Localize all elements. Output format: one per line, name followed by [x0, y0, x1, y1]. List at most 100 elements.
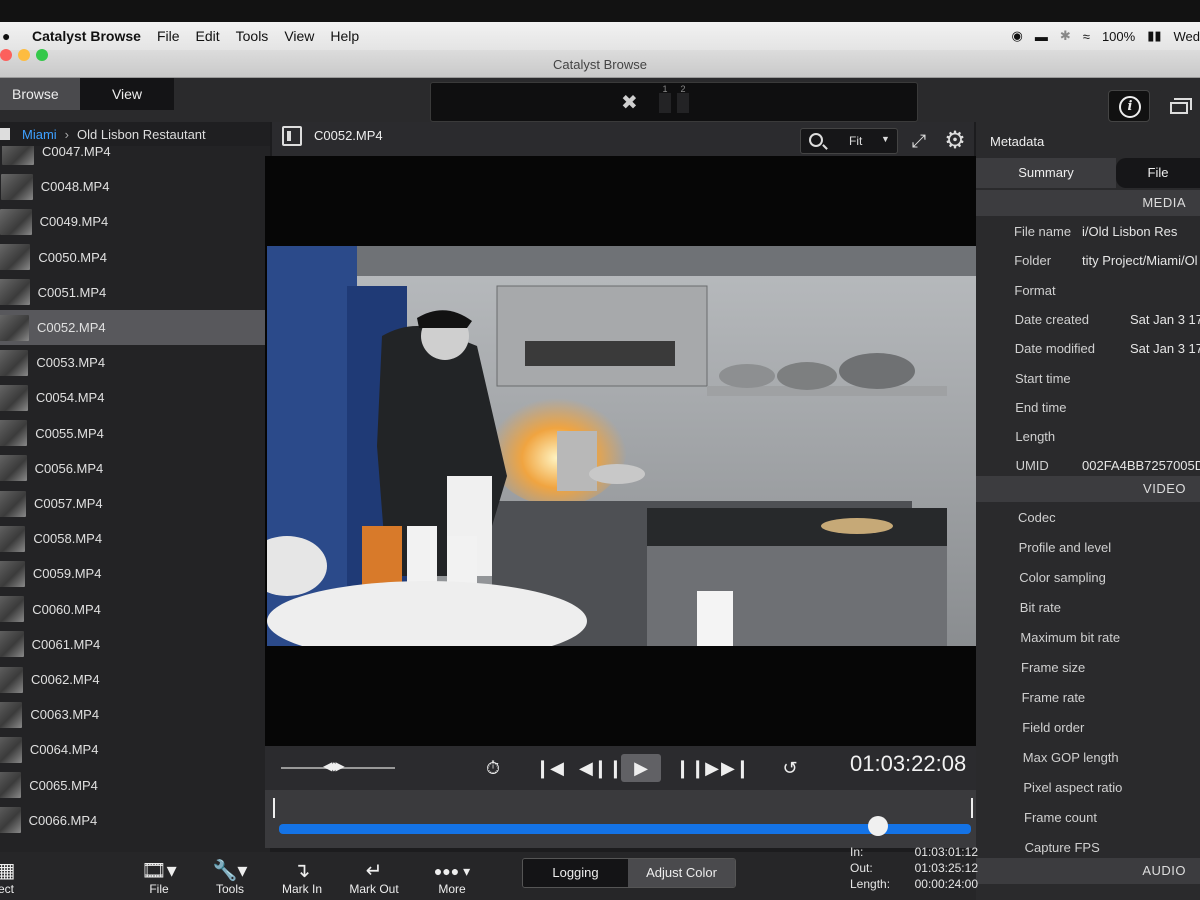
- menu-help[interactable]: Help: [330, 28, 359, 44]
- gear-icon[interactable]: ⚙: [942, 128, 968, 154]
- menu-tools[interactable]: Tools: [236, 28, 269, 44]
- clip-item[interactable]: C0056.MP4: [0, 451, 270, 486]
- metadata-row: Frame rate: [976, 684, 1200, 713]
- window-zoom-button[interactable]: [36, 49, 48, 61]
- clip-item[interactable]: C0061.MP4: [0, 627, 270, 662]
- app-menu[interactable]: Catalyst Browse: [32, 28, 141, 44]
- clip-item[interactable]: C0053.MP4: [0, 345, 270, 380]
- playhead-handle[interactable]: [867, 816, 888, 836]
- system-menu-bar: ● Catalyst Browse File Edit Tools View H…: [0, 22, 1200, 50]
- clip-item[interactable]: C0055.MP4: [0, 416, 270, 451]
- clip-item[interactable]: C0047.MP4: [0, 146, 270, 169]
- metadata-key: Color sampling: [1019, 570, 1106, 585]
- clip-item[interactable]: C0054.MP4: [0, 380, 270, 415]
- clip-item[interactable]: C0049.MP4: [0, 204, 270, 239]
- clip-item[interactable]: C0051.MP4: [0, 275, 270, 310]
- clip-item[interactable]: C0048.MP4: [0, 169, 270, 204]
- metadata-row: Frame count: [976, 804, 1200, 833]
- tools-button[interactable]: 🔧▾ Tools: [204, 860, 256, 896]
- audio-mute-icon[interactable]: ✖: [621, 93, 645, 113]
- adjust-color-tab[interactable]: Adjust Color: [628, 859, 735, 887]
- section-audio[interactable]: AUDIO: [976, 858, 1200, 884]
- menu-file[interactable]: File: [157, 28, 180, 44]
- clip-browser: Miami › Old Lisbon Restautant C0047.MP4 C…: [0, 122, 270, 852]
- clip-item[interactable]: C0066.MP4: [0, 803, 270, 838]
- video-viewer[interactable]: [265, 156, 980, 746]
- display-icon[interactable]: ▬: [1035, 29, 1048, 44]
- clip-item[interactable]: C0060.MP4: [0, 592, 270, 627]
- clip-item[interactable]: C0063.MP4: [0, 697, 270, 732]
- mark-in-button[interactable]: ↴ Mark In: [278, 860, 326, 896]
- audio-channel-meter-2: 2: [677, 85, 689, 113]
- clip-item[interactable]: C0064.MP4: [0, 732, 270, 767]
- timeline-scrubber[interactable]: [265, 790, 980, 848]
- metadata-key: Pixel aspect ratio: [1023, 780, 1123, 795]
- file-button-label: File: [149, 882, 169, 896]
- metadata-row: Format: [976, 277, 1200, 306]
- play-button[interactable]: ▶: [621, 754, 661, 782]
- battery-icon[interactable]: ▮▮: [1147, 28, 1161, 44]
- section-media[interactable]: MEDIA: [976, 190, 1200, 216]
- metadata-key: Length: [1015, 429, 1056, 445]
- clip-name: C0049.MP4: [39, 214, 109, 230]
- clip-item[interactable]: C0065.MP4: [0, 768, 270, 803]
- apple-menu-icon[interactable]: ●: [2, 28, 20, 44]
- shuttle-handle-icon[interactable]: ◀◆▶: [323, 759, 345, 773]
- audio-status-panel: ✖ 1 2: [430, 82, 918, 122]
- metadata-row: Color sampling: [976, 564, 1200, 593]
- window-controls: [0, 49, 48, 61]
- window-minimize-button[interactable]: [18, 49, 30, 61]
- window-close-button[interactable]: [0, 49, 12, 61]
- clip-name: C0059.MP4: [32, 566, 102, 582]
- out-point-marker[interactable]: [971, 798, 973, 818]
- breadcrumb-current: Old Lisbon Restautant: [77, 126, 206, 142]
- mode-switch: Browse View: [0, 78, 174, 110]
- in-point-marker[interactable]: [273, 798, 275, 818]
- toggle-sidebar-icon[interactable]: [282, 126, 302, 146]
- breadcrumb: Miami › Old Lisbon Restautant: [0, 122, 270, 146]
- stopwatch-icon[interactable]: ⏱: [481, 754, 505, 782]
- in-label: In:: [850, 845, 864, 859]
- go-to-end-icon[interactable]: ▶❙: [721, 754, 750, 782]
- metadata-key: End time: [1015, 399, 1067, 415]
- tab-summary[interactable]: Summary: [976, 158, 1116, 188]
- menu-clock[interactable]: Wed: [1174, 29, 1200, 44]
- bluetooth-icon[interactable]: ✱: [1060, 28, 1071, 44]
- mark-in-label: Mark In: [281, 882, 322, 896]
- clip-name: C0053.MP4: [36, 355, 106, 371]
- step-forward-icon[interactable]: ❙❙▶: [675, 754, 719, 782]
- browse-mode-button[interactable]: Browse: [0, 78, 80, 110]
- menu-edit[interactable]: Edit: [196, 28, 220, 44]
- clip-item[interactable]: C0059.MP4: [0, 556, 270, 591]
- clip-thumbnail: [0, 173, 33, 200]
- file-button[interactable]: 🎞▾ File: [134, 860, 184, 896]
- logging-tab[interactable]: Logging: [523, 859, 629, 887]
- select-button[interactable]: ▦ ect: [0, 860, 16, 896]
- clip-item[interactable]: C0050.MP4: [0, 240, 270, 275]
- info-button[interactable]: i: [1108, 90, 1150, 122]
- breadcrumb-location[interactable]: Miami: [22, 127, 57, 142]
- menu-view[interactable]: View: [284, 28, 314, 44]
- more-button[interactable]: ●●● ▾ More: [428, 860, 476, 896]
- wrench-icon: 🔧▾: [212, 860, 248, 882]
- clip-item[interactable]: C0057.MP4: [0, 486, 270, 521]
- step-back-icon[interactable]: ◀❙❙: [579, 754, 623, 782]
- window-layout-button[interactable]: [1158, 90, 1200, 122]
- zoom-select[interactable]: Fit ▼: [800, 128, 898, 154]
- select-icon: ▦: [0, 860, 16, 882]
- section-video[interactable]: VIDEO: [976, 476, 1200, 502]
- mark-out-button[interactable]: ↵ Mark Out: [346, 860, 402, 896]
- clip-item[interactable]: C0058.MP4: [0, 521, 270, 556]
- go-to-start-icon[interactable]: ❙◀: [535, 754, 564, 782]
- clip-item[interactable]: C0062.MP4: [0, 662, 270, 697]
- view-mode-button[interactable]: View: [80, 78, 174, 110]
- fullscreen-icon[interactable]: ⤢: [908, 130, 930, 152]
- clip-thumbnail: [0, 208, 32, 235]
- tab-file[interactable]: File: [1116, 158, 1200, 188]
- clip-item[interactable]: C0052.MP4: [0, 310, 270, 345]
- wifi-icon[interactable]: ≈: [1083, 29, 1090, 44]
- in-value: 01:03:01:12: [914, 845, 978, 859]
- loop-icon[interactable]: ↺: [777, 754, 803, 782]
- select-all-checkbox[interactable]: [0, 128, 10, 140]
- creative-cloud-icon[interactable]: ◉: [1012, 28, 1023, 44]
